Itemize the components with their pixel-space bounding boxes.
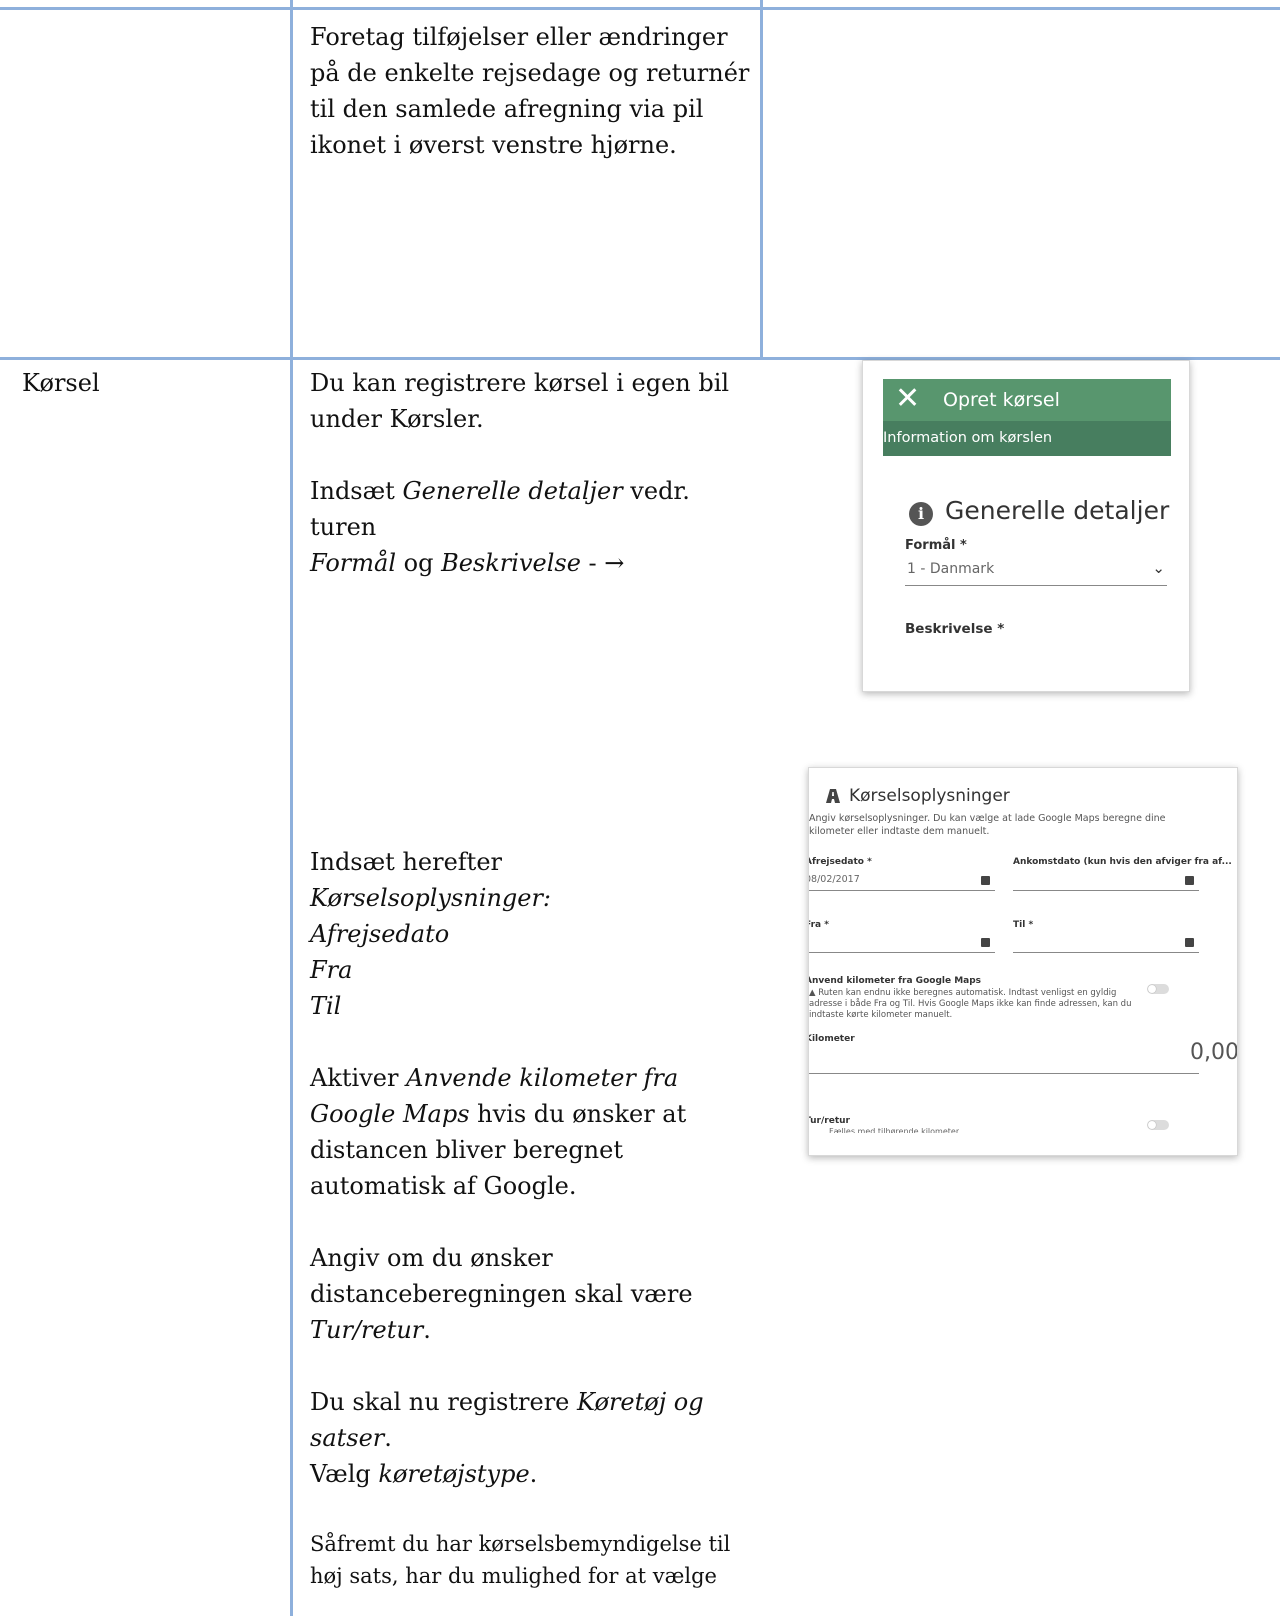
instruction-line: Vælg køretøjstype. [310, 1460, 538, 1488]
formal-value: 1 - Danmark [907, 561, 995, 577]
instruction-line: Såfremt du har kørselsbemyndigelse til [310, 1532, 731, 1556]
google-maps-label: Anvend kilometer fra Google Maps [808, 976, 982, 986]
instruction-line: Google Maps hvis du ønsker at [310, 1100, 687, 1128]
instruction-line: høj sats, har du mulighed for at vælge [310, 1564, 717, 1588]
korselsoplysninger-screenshot: Kørselsoplysninger Angiv kørselsoplysnin… [808, 767, 1238, 1156]
turretur-description: Fælles med tilhørende kilometer [829, 1127, 960, 1133]
instruction-line: distanceberegningen skal være [310, 1280, 693, 1308]
instruction-line: til den samlede afregning via pil [310, 95, 704, 123]
calendar-icon[interactable] [981, 876, 990, 885]
formal-label: Formål * [905, 538, 967, 553]
section-title: Kørselsoplysninger [849, 786, 1010, 806]
afrejsedato-field[interactable] [809, 890, 995, 891]
row2-instructions-a: Du kan registrere kørsel i egen bil unde… [310, 365, 755, 581]
dialog-title: Opret kørsel [943, 389, 1060, 411]
fra-label: Fra * [809, 920, 829, 930]
info-icon: i [909, 502, 933, 526]
instruction-line: ikonet i øverst venstre hjørne. [310, 131, 677, 159]
instruction-line: Formål og Beskrivelse - → [310, 549, 625, 577]
kilometer-label: Kilometer [808, 1034, 855, 1044]
turretur-label: Tur/retur [808, 1116, 850, 1126]
row2-topic: Kørsel [22, 365, 100, 401]
afrejsedato-label: Afrejsedato * [808, 857, 872, 867]
instruction-line: turen [310, 513, 377, 541]
ankomstdato-label: Ankomstdato (kun hvis den afviger fra af… [1013, 857, 1232, 867]
instruction-line: Du kan registrere kørsel i egen bil [310, 369, 730, 397]
address-book-icon[interactable] [981, 938, 990, 947]
road-icon [825, 788, 841, 808]
chevron-down-icon: ⌄ [1152, 559, 1165, 577]
turretur-toggle[interactable] [1147, 1120, 1169, 1130]
instruction-line: Du skal nu registrere Køretøj og [310, 1388, 704, 1416]
topic-label: Kørsel [22, 369, 100, 397]
instruction-line: Til [310, 992, 342, 1020]
opret-korsel-screenshot: ✕ Opret kørsel Information om kørslen i … [862, 360, 1190, 692]
instruction-line: distancen bliver beregnet [310, 1136, 623, 1164]
beskrivelse-label: Beskrivelse * [905, 621, 1005, 637]
calendar-icon[interactable] [1185, 876, 1194, 885]
instruction-line: Afrejsedato [310, 920, 450, 948]
instruction-line: Angiv om du ønsker [310, 1244, 553, 1272]
instruction-line: Indsæt herefter [310, 848, 502, 876]
row2-instructions-b: Indsæt herefter Kørselsoplysninger: Afre… [310, 844, 755, 1592]
instruction-line: Tur/retur. [310, 1316, 431, 1344]
close-icon[interactable]: ✕ [895, 381, 920, 417]
ankomstdato-field[interactable] [1013, 890, 1199, 891]
kilometer-value: 0,00 [1190, 1040, 1238, 1065]
instruction-line: Fra [310, 956, 353, 984]
row1-instructions: Foretag tilføjelser eller ændringer på d… [310, 19, 750, 163]
afrejsedato-value: 08/02/2017 [808, 874, 860, 885]
google-maps-note: ▲ Ruten kan endnu ikke beregnes automati… [809, 988, 1132, 1020]
address-book-icon[interactable] [1185, 938, 1194, 947]
instruction-line: Foretag tilføjelser eller ændringer [310, 23, 728, 51]
column-divider-2 [760, 0, 763, 360]
instruction-line: Kørselsoplysninger: [310, 884, 552, 912]
section-title: Generelle detaljer [945, 496, 1170, 525]
formal-select[interactable]: 1 - Danmark ⌄ [905, 559, 1167, 586]
google-maps-toggle[interactable] [1147, 984, 1169, 994]
column-divider-1 [290, 0, 293, 1616]
row-divider-top [0, 7, 1280, 10]
instruction-line: Aktiver Anvende kilometer fra [310, 1064, 679, 1092]
fra-field[interactable] [809, 952, 995, 953]
til-label: Til * [1013, 920, 1034, 930]
section-description: Angiv kørselsoplysninger. Du kan vælge a… [809, 813, 1166, 837]
subheader-text: Information om kørslen [883, 430, 1053, 446]
kilometer-field[interactable] [809, 1073, 1199, 1074]
instruction-line: på de enkelte rejsedage og returnér [310, 59, 750, 87]
instruction-line: satser. [310, 1424, 392, 1452]
instruction-line: Indsæt Generelle detaljer vedr. [310, 477, 690, 505]
dialog-subheader: Information om kørslen [883, 421, 1171, 456]
instruction-line: under Kørsler. [310, 405, 484, 433]
til-field[interactable] [1013, 952, 1199, 953]
dialog-header: ✕ Opret kørsel [883, 379, 1171, 421]
instruction-line: automatisk af Google. [310, 1172, 577, 1200]
